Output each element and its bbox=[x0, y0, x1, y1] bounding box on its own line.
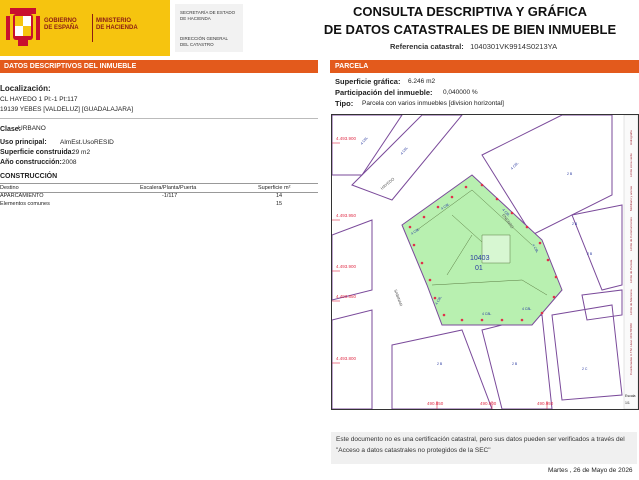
header-divider bbox=[92, 14, 93, 42]
svg-text:2 B: 2 B bbox=[437, 362, 443, 366]
svg-text:2 B: 2 B bbox=[512, 362, 518, 366]
legend-text: Límite de Parcela bbox=[629, 259, 633, 283]
coord-label: 4.493.950 bbox=[336, 213, 357, 218]
legend-text: Mobiliario y aceras bbox=[629, 185, 633, 211]
table-cell: APARCAMIENTO bbox=[0, 193, 44, 199]
legend-text: Coordenadas U.T.M. Huso 30 ETRS89 bbox=[629, 323, 633, 375]
address-line2: 19139 YEBES [VALDELUZ] [GUADALAJARA] bbox=[0, 106, 134, 113]
coord-label: 4.493.900 bbox=[336, 136, 357, 141]
table-cell: 15 bbox=[276, 201, 283, 207]
participacion-label: Participación del inmueble: bbox=[335, 88, 433, 97]
coord-label: 4.493.850 bbox=[336, 294, 357, 299]
street-name: HAYEDO bbox=[379, 176, 395, 191]
page-title-line1: CONSULTA DESCRIPTIVA Y GRÁFICA bbox=[352, 4, 587, 19]
scale-value: 1/1 bbox=[625, 401, 630, 405]
direccion-label: DIRECCIÓN GENERAL DEL CATASTRO bbox=[180, 36, 229, 47]
participacion-value: 0,040000 % bbox=[443, 89, 478, 96]
table-header-rule bbox=[0, 192, 318, 193]
sup-grafica-value: 6.246 m2 bbox=[408, 78, 436, 85]
tipo-label: Tipo: bbox=[335, 99, 354, 108]
cadastral-map[interactable]: 4 C8L 4 C8L 4 C8L 4 C8L 4 C8L 4 C8L 4 C8… bbox=[331, 114, 639, 410]
svg-text:2 B: 2 B bbox=[587, 252, 593, 256]
svg-text:2 B: 2 B bbox=[572, 222, 578, 226]
legend-text: Límite zona verde bbox=[629, 153, 633, 177]
coat-of-arms-icon bbox=[6, 8, 40, 46]
table-cell: -1/117 bbox=[162, 193, 178, 199]
parcel-subnumber: 01 bbox=[475, 265, 483, 272]
svg-text:2 C: 2 C bbox=[582, 367, 588, 371]
ministry-label: MINISTERIO DE HACIENDA bbox=[96, 18, 138, 31]
coord-label: 490.900 bbox=[480, 401, 497, 406]
disclaimer-notice: Este documento no es una certificación c… bbox=[331, 432, 637, 464]
address-line1: CL HAYEDO 1 Pl:-1 Pt:117 bbox=[0, 96, 78, 103]
table-header-destino: Destino bbox=[0, 185, 19, 191]
table-top-rule bbox=[0, 183, 318, 184]
svg-text:2 B: 2 B bbox=[567, 172, 573, 176]
table-cell: Elementos comunes bbox=[0, 201, 50, 207]
svg-text:4 C8L: 4 C8L bbox=[510, 161, 519, 170]
svg-text:4 C8L: 4 C8L bbox=[522, 307, 531, 311]
table-header-escalera: Escalera/Planta/Puerta bbox=[140, 185, 197, 191]
divider bbox=[0, 118, 318, 119]
page-title-line2: DE DATOS CATASTRALES DE BIEN INMUEBLE bbox=[323, 22, 617, 37]
table-cell: 14 bbox=[276, 193, 283, 199]
localizacion-label: Localización: bbox=[0, 84, 51, 93]
legend-text: Límite de Manzana bbox=[629, 289, 633, 315]
legend-text: Límite de Construcciones bbox=[629, 217, 633, 251]
tipo-value: Parcela con varios inmuebles [division h… bbox=[362, 100, 504, 107]
section-bar-datos: DATOS DESCRIPTIVOS DEL INMUEBLE bbox=[0, 60, 318, 73]
table-header-superficie: Superficie m² bbox=[258, 185, 291, 191]
scale-label: Escala bbox=[625, 394, 636, 398]
secretaria-label: SECRETARÍA DE ESTADO DE HACIENDA bbox=[180, 10, 236, 21]
gov-label: GOBIERNO DE ESPAÑA bbox=[44, 18, 79, 31]
coord-label: 490.850 bbox=[427, 401, 444, 406]
legend-text: Hidrografía bbox=[629, 130, 633, 145]
superficie-label: Superficie construida: bbox=[0, 149, 74, 156]
construccion-title: CONSTRUCCIÓN bbox=[0, 173, 58, 180]
uso-label: Uso principal: bbox=[0, 139, 47, 146]
coord-label: 4.493.900 bbox=[336, 264, 357, 269]
document-date: Martes , 26 de Mayo de 2026 bbox=[548, 467, 633, 474]
anio-value: 2008 bbox=[62, 159, 77, 166]
clase-value: URBANO bbox=[18, 125, 46, 132]
map-drawing: 4 C8L 4 C8L 4 C8L 4 C8L 4 C8L 4 C8L 4 C8… bbox=[332, 115, 638, 409]
parcel-number: 10403 bbox=[470, 255, 490, 262]
street-name: SABINAR bbox=[393, 289, 404, 307]
svg-text:4 C8L: 4 C8L bbox=[482, 312, 491, 316]
coord-label: 4.493.800 bbox=[336, 356, 357, 361]
section-bar-parcela: PARCELA bbox=[330, 60, 639, 73]
svg-text:4 C8L: 4 C8L bbox=[360, 136, 369, 146]
anio-label: Año construcción: bbox=[0, 159, 62, 166]
sup-grafica-label: Superficie gráfica: bbox=[335, 77, 401, 86]
uso-value: AlmEst.UsoRESID bbox=[60, 139, 114, 146]
ref-catastral: Referencia catastral: 1040301VK9914S0213… bbox=[390, 42, 558, 51]
superficie-value: 29 m2 bbox=[72, 149, 91, 156]
svg-text:4 C8L: 4 C8L bbox=[400, 146, 409, 156]
coord-label: 490.950 bbox=[537, 401, 554, 406]
